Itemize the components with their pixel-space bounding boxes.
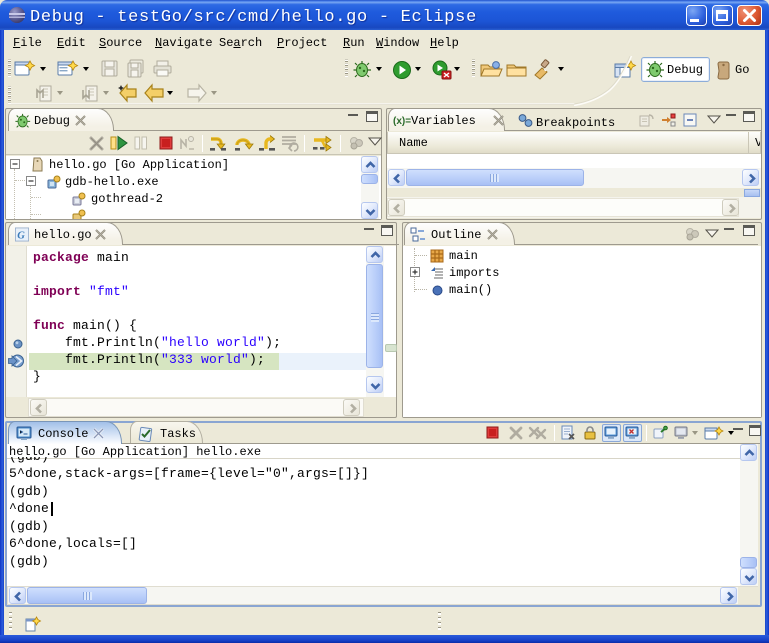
svg-text:G: G (17, 230, 25, 241)
svg-text:(x)=: (x)= (393, 116, 411, 127)
